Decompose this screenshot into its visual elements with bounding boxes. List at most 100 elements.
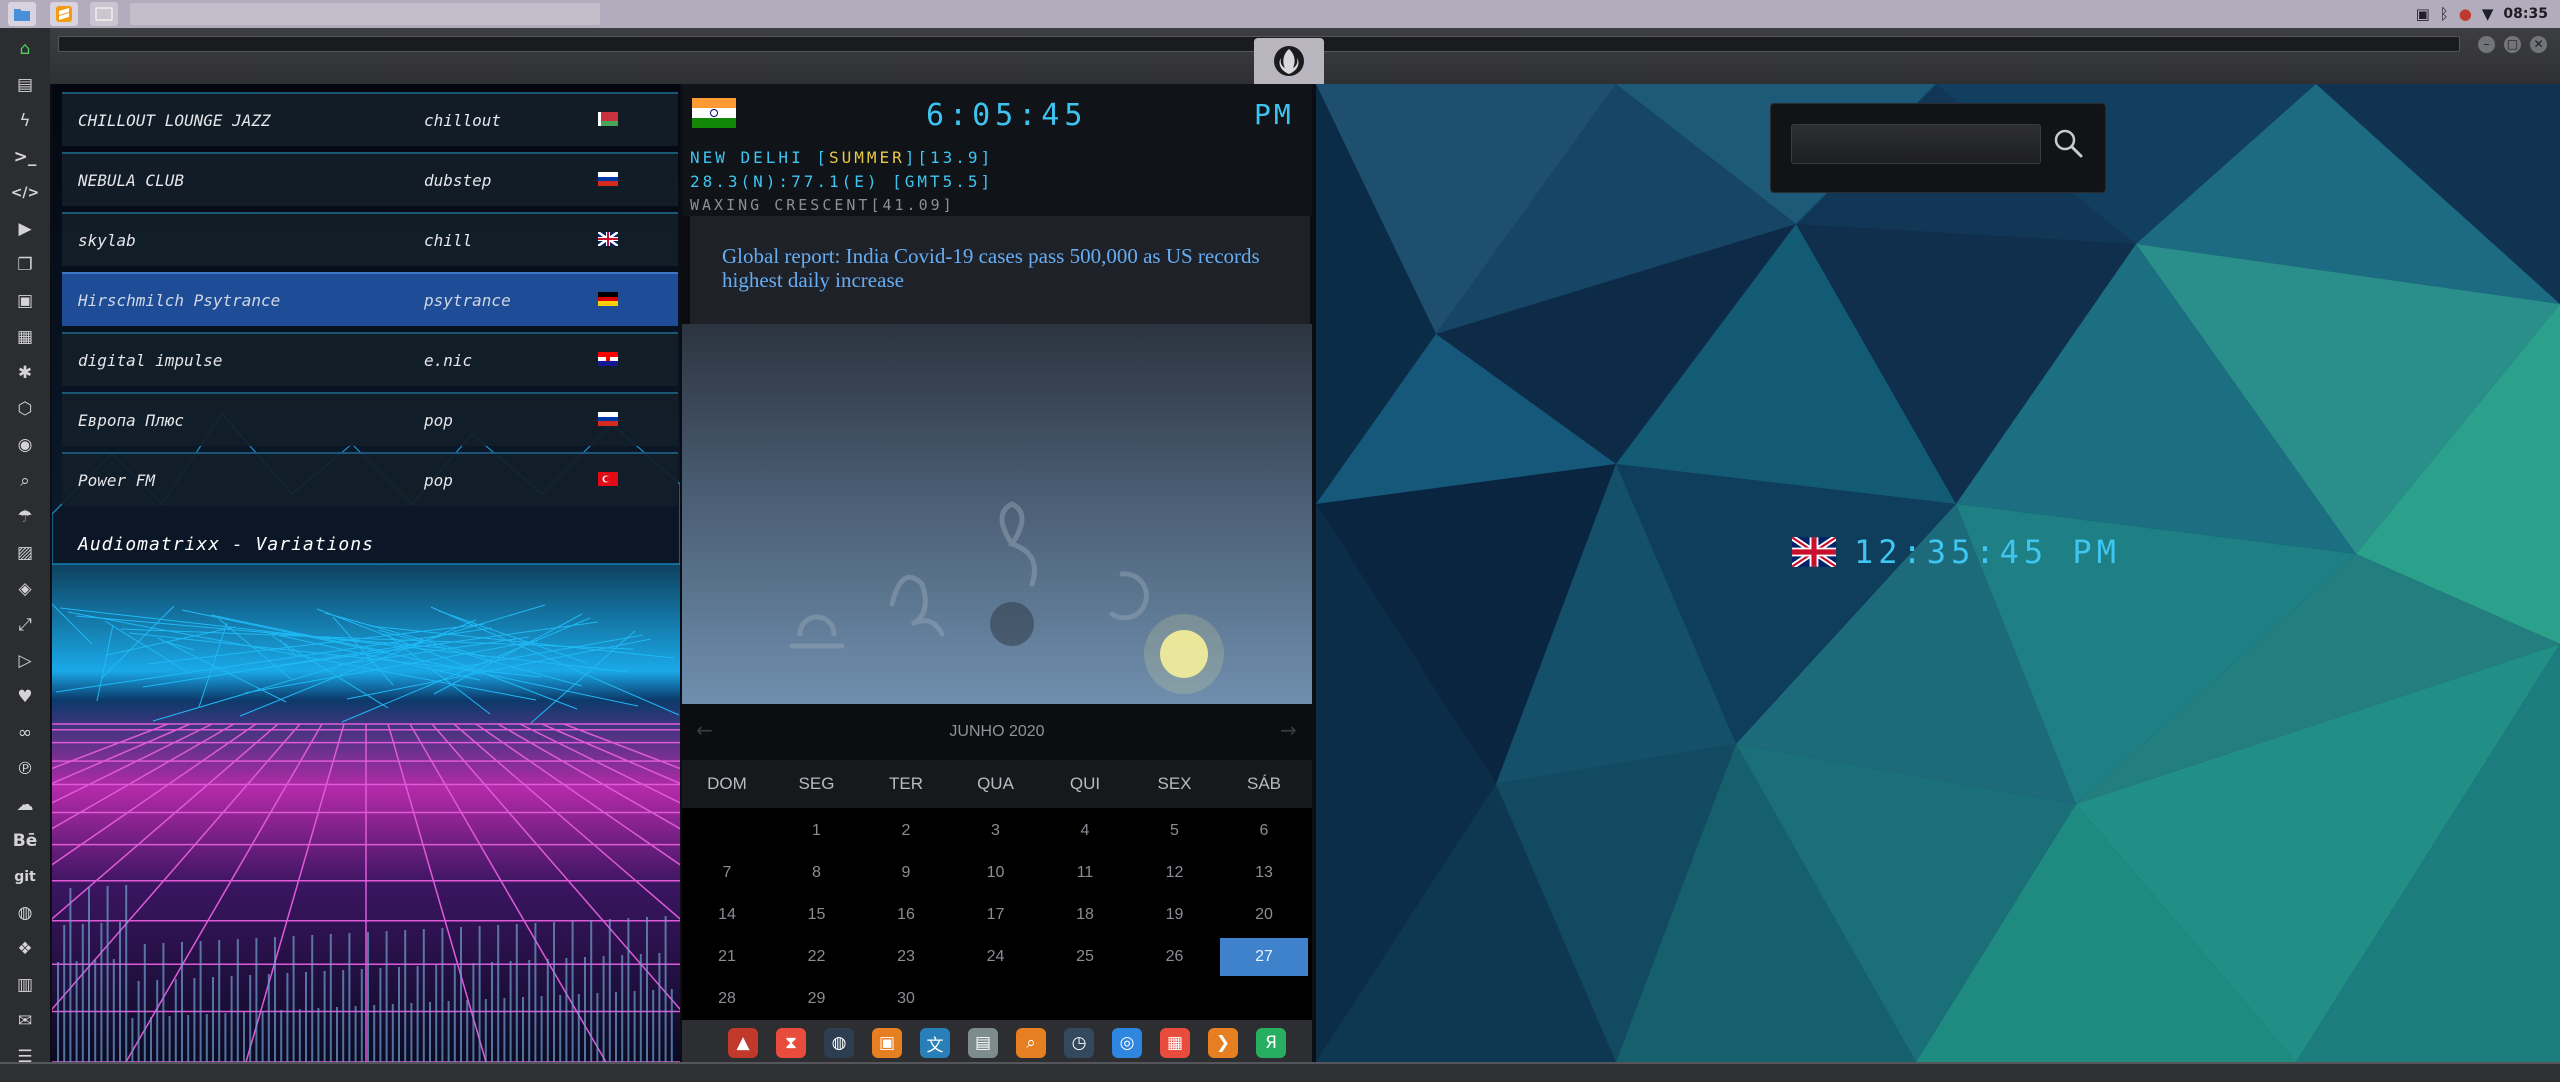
calendar-day[interactable]: 6 (1220, 812, 1308, 850)
lastfm-icon[interactable]: ∞ (0, 716, 50, 750)
close-button[interactable]: ✕ (2530, 36, 2547, 53)
calendar-day[interactable]: 10 (952, 854, 1040, 892)
github-icon[interactable]: ◍ (0, 896, 50, 930)
globe-icon[interactable]: ◉ (0, 428, 50, 462)
station-row[interactable]: Hirschmilch Psytrance psytrance (62, 272, 678, 326)
calendar-day[interactable]: 11 (1041, 854, 1129, 892)
dropbox-icon[interactable]: ❖ (0, 932, 50, 966)
search-input[interactable] (1791, 124, 2041, 164)
umbrella-icon[interactable]: ☂ (0, 500, 50, 534)
station-row[interactable]: NEBULA CLUB dubstep (62, 152, 678, 206)
news-card[interactable]: Global report: India Covid-19 cases pass… (690, 216, 1310, 324)
home-icon[interactable]: ⌂ (0, 32, 50, 66)
calendar-icon[interactable]: ▦ (1160, 1028, 1190, 1058)
translate-icon[interactable]: 文 (920, 1028, 950, 1058)
station-row[interactable]: Европа Плюс pop (62, 392, 678, 446)
calendar-day[interactable]: 4 (1041, 812, 1129, 850)
calendar-day[interactable]: 8 (773, 854, 861, 892)
calendar-day[interactable]: 3 (952, 812, 1040, 850)
pinterest-icon[interactable]: ℗ (0, 752, 50, 786)
timer-icon[interactable]: ⧗ (776, 1028, 806, 1058)
calendar-day[interactable]: 30 (862, 980, 950, 1018)
calendar-day[interactable]: 17 (952, 896, 1040, 934)
sublime-text-icon[interactable] (50, 2, 78, 26)
calendar-day[interactable]: 9 (862, 854, 950, 892)
tag-icon[interactable]: ◈ (0, 572, 50, 606)
file-manager-icon[interactable] (8, 2, 36, 26)
reader-icon[interactable]: ▦ (0, 320, 50, 354)
rebel-alliance-icon[interactable] (1254, 38, 1324, 84)
document-icon[interactable]: ▤ (0, 68, 50, 102)
contact-icon[interactable]: ▨ (0, 536, 50, 570)
maximize-button[interactable]: □ (2504, 36, 2521, 53)
photos-icon[interactable]: ▣ (872, 1028, 902, 1058)
calendar-day[interactable]: 12 (1131, 854, 1219, 892)
calendar-day[interactable]: 21 (683, 938, 771, 976)
youtube-icon[interactable]: ▷ (0, 644, 50, 678)
calendar-day[interactable]: 7 (683, 854, 771, 892)
clock-icon[interactable]: ◷ (1064, 1028, 1094, 1058)
web-icon[interactable]: ◎ (1112, 1028, 1142, 1058)
calendar-day[interactable]: 24 (952, 938, 1040, 976)
git-icon[interactable]: git (0, 860, 50, 894)
calendar-day[interactable]: 1 (773, 812, 861, 850)
station-row[interactable]: skylab chill (62, 212, 678, 266)
search-icon[interactable] (2051, 126, 2085, 160)
app-red-icon[interactable]: ▲ (728, 1028, 758, 1058)
station-row[interactable]: CHILLOUT LOUNGE JAZZ chillout (62, 92, 678, 146)
news-headline[interactable]: Global report: India Covid-19 cases pass… (722, 244, 1282, 292)
search-icon[interactable]: ⌕ (0, 464, 50, 498)
minimize-button[interactable]: – (2478, 36, 2495, 53)
news-icon[interactable]: ▤ (968, 1028, 998, 1058)
next-month-button[interactable]: → (1280, 718, 1297, 742)
station-name: NEBULA CLUB (78, 170, 184, 190)
code-icon[interactable]: </> (0, 176, 50, 210)
calendar-day[interactable]: 26 (1131, 938, 1219, 976)
taskbar[interactable] (130, 3, 600, 25)
expand-icon[interactable]: ⤢ (0, 608, 50, 642)
calendar-day[interactable]: 2 (862, 812, 950, 850)
alert-icon[interactable]: ● (2459, 5, 2472, 23)
weekday-label: QUI (1069, 774, 1101, 793)
mail-icon[interactable]: ✉ (0, 1004, 50, 1038)
calendar-day[interactable]: 19 (1131, 896, 1219, 934)
hexagon-icon[interactable]: ⬡ (0, 392, 50, 426)
behance-icon[interactable]: Bē (0, 824, 50, 858)
calendar-day[interactable]: 28 (683, 980, 771, 1018)
globe-dark-icon[interactable]: ◍ (824, 1028, 854, 1058)
heart-icon[interactable]: ♥ (0, 680, 50, 714)
terminal-icon[interactable]: >_ (0, 140, 50, 174)
calendar-day[interactable]: 14 (683, 896, 771, 934)
yandex-icon[interactable]: Я (1256, 1028, 1286, 1058)
calendar-day-today[interactable]: 27 (1220, 938, 1308, 976)
play-icon[interactable]: ▶ (0, 212, 50, 246)
calendar-day[interactable]: 18 (1041, 896, 1129, 934)
radio-panel: CHILLOUT LOUNGE JAZZ chillout NEBULA CLUB d… (52, 84, 680, 1062)
station-row[interactable]: Power FM pop (62, 452, 678, 506)
calendar-day[interactable]: 13 (1220, 854, 1308, 892)
magnifier-icon[interactable]: ⌕ (1016, 1028, 1046, 1058)
calendar-day[interactable]: 20 (1220, 896, 1308, 934)
calendar-day[interactable]: 5 (1131, 812, 1219, 850)
cloud-icon[interactable]: ☁ (0, 788, 50, 822)
calendar-widget: ← JUNHO 2020 → DOM SEG TER QUA QUI SEX SÁB 123… (682, 704, 1312, 1020)
tray-clock[interactable]: 08:35 (2503, 6, 2548, 22)
calendar-day[interactable]: 15 (773, 896, 861, 934)
calendar-day[interactable]: 25 (1041, 938, 1129, 976)
lightning-icon[interactable]: ϟ (0, 104, 50, 138)
calendar-day[interactable]: 22 (773, 938, 861, 976)
app-grid-icon[interactable] (90, 2, 118, 26)
image-icon[interactable]: ▣ (2416, 5, 2430, 23)
station-genre: chillout (424, 110, 502, 130)
station-row[interactable]: digital impulse e.nic (62, 332, 678, 386)
image-icon[interactable]: ▣ (0, 284, 50, 318)
calendar-day[interactable]: 23 (862, 938, 950, 976)
calendar-day[interactable]: 29 (773, 980, 861, 1018)
aperture-icon[interactable]: ✱ (0, 356, 50, 390)
wifi-icon[interactable]: ▼ (2482, 5, 2494, 23)
copy-icon[interactable]: ❐ (0, 248, 50, 282)
bluetooth-icon[interactable]: ᛒ (2440, 5, 2449, 23)
map-icon[interactable]: ▥ (0, 968, 50, 1002)
arrow-icon[interactable]: ❯ (1208, 1028, 1238, 1058)
calendar-day[interactable]: 16 (862, 896, 950, 934)
